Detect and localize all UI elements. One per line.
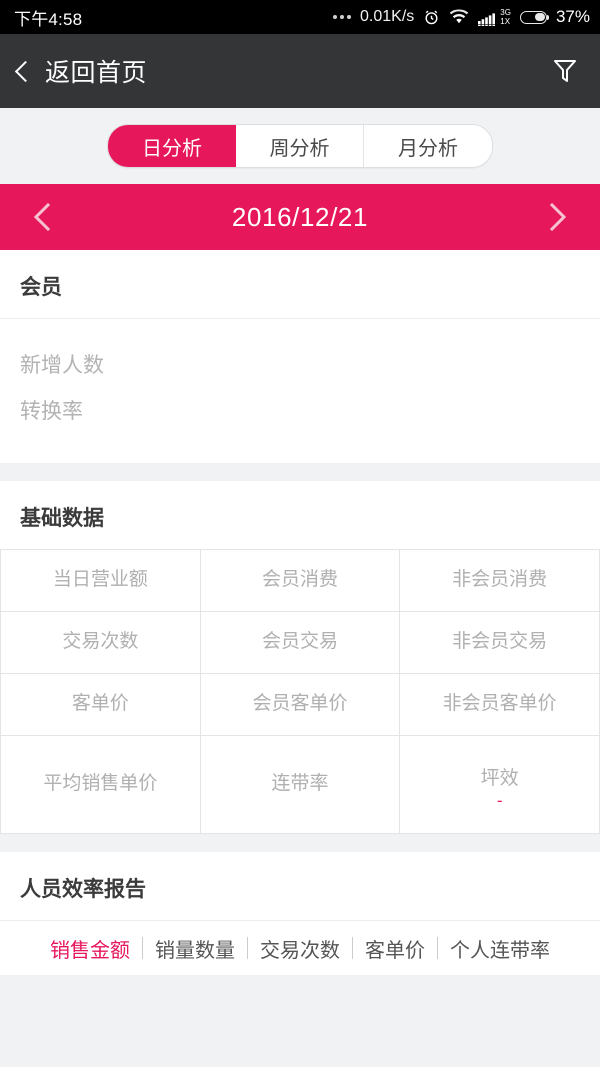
section-spacer (0, 463, 600, 481)
metric-cell-nonmember-average-order-value[interactable]: 非会员客单价 (400, 674, 600, 736)
member-metric-list: 新增人数 转换率 (0, 319, 600, 463)
next-date-button[interactable] (537, 202, 567, 232)
tab-monthly-analysis[interactable]: 月分析 (364, 125, 492, 167)
metric-label: 非会员客单价 (442, 693, 557, 714)
staff-efficiency-section-title: 人员效率报告 (20, 878, 146, 901)
metric-cell-nonmember-spending[interactable]: 非会员消费 (400, 550, 600, 612)
analysis-period-segmented-control: 日分析 周分析 月分析 (107, 124, 493, 168)
metric-cell-transaction-count[interactable]: 交易次数 (1, 612, 201, 674)
cell-signal-icon: 3G 1X (478, 8, 511, 26)
chevron-left-icon (14, 60, 37, 82)
staff-metric-tabs: 销售金额 销量数量 交易次数 客单价 个人连带率 (0, 921, 600, 975)
tab-sales-amount-label: 销售金额 (50, 939, 130, 962)
tab-transaction-count-label: 交易次数 (260, 939, 340, 962)
alarm-clock-icon (423, 9, 440, 26)
back-button-label: 返回首页 (45, 59, 148, 87)
member-metric-row[interactable]: 转换率 (20, 387, 580, 433)
metric-cell-nonmember-transactions[interactable]: 非会员交易 (400, 612, 600, 674)
previous-date-button[interactable] (33, 202, 63, 232)
battery-percent: 37% (555, 7, 590, 26)
basic-data-section: 基础数据 当日营业额 会员消费 非会员消费 交易次数 会员交易 非会员交易 客单… (0, 481, 600, 834)
metric-cell-average-order-value[interactable]: 客单价 (1, 674, 201, 736)
network-speed: 0.01K/s (360, 8, 415, 25)
basic-data-section-title: 基础数据 (20, 507, 104, 530)
tab-daily-analysis-label: 日分析 (142, 137, 202, 160)
metric-cell-daily-revenue[interactable]: 当日营业额 (1, 550, 201, 612)
metric-cell-member-transactions[interactable]: 会员交易 (200, 612, 401, 674)
analysis-period-bar: 日分析 周分析 月分析 (0, 108, 600, 184)
network-mode-label: 1X (500, 17, 511, 26)
metric-label: 非会员消费 (452, 569, 548, 590)
filter-button[interactable] (552, 57, 578, 85)
tab-sales-quantity-label: 销量数量 (155, 939, 235, 962)
member-section-title: 会员 (20, 276, 62, 299)
member-conversion-rate-label: 转换率 (20, 400, 83, 423)
date-navigation-bar: 2016/12/21 (0, 184, 600, 250)
member-section: 会员 新增人数 转换率 (0, 250, 600, 463)
metric-label: 当日营业额 (52, 569, 148, 590)
status-indicators: 0.01K/s 3G 1X 37% (333, 7, 590, 27)
metric-label: 平均销售单价 (43, 773, 158, 794)
metric-value: - (496, 791, 503, 810)
current-date-label: 2016/12/21 (231, 201, 369, 232)
metric-cell-average-unit-price[interactable]: 平均销售单价 (1, 736, 201, 834)
metric-label: 会员消费 (261, 569, 338, 590)
back-button[interactable]: 返回首页 (14, 53, 148, 89)
staff-efficiency-section: 人员效率报告 销售金额 销量数量 交易次数 客单价 个人连带率 (0, 852, 600, 975)
metric-cell-member-average-order-value[interactable]: 会员客单价 (200, 674, 401, 736)
filter-funnel-icon (554, 60, 576, 82)
member-new-count-label: 新增人数 (20, 354, 104, 377)
tab-transaction-count[interactable]: 交易次数 (248, 934, 352, 963)
tab-weekly-analysis[interactable]: 周分析 (236, 125, 364, 167)
tab-monthly-analysis-label: 月分析 (398, 137, 458, 160)
basic-data-grid: 当日营业额 会员消费 非会员消费 交易次数 会员交易 非会员交易 客单价 会员客… (0, 549, 600, 834)
tab-personal-attachment-rate-label: 个人连带率 (450, 939, 550, 962)
metric-label: 会员客单价 (252, 693, 348, 714)
tab-personal-attachment-rate[interactable]: 个人连带率 (438, 934, 562, 963)
metric-label: 客单价 (71, 693, 129, 714)
wifi-icon (449, 9, 469, 25)
tab-sales-amount[interactable]: 销售金额 (38, 934, 142, 963)
metric-cell-member-spending[interactable]: 会员消费 (200, 550, 401, 612)
metric-label: 坪效 (480, 768, 519, 789)
app-header: 返回首页 (0, 34, 600, 108)
status-bar: 下午4:58 0.01K/s 3G 1X 37% (0, 0, 600, 34)
tab-weekly-analysis-label: 周分析 (269, 137, 330, 160)
metric-label: 连带率 (271, 773, 329, 794)
member-metric-row[interactable]: 新增人数 (20, 341, 580, 387)
tab-daily-analysis[interactable]: 日分析 (108, 125, 236, 167)
status-time: 下午4:58 (14, 9, 83, 29)
network-type: 3G 1X (500, 8, 511, 26)
metric-label: 会员交易 (261, 631, 338, 652)
metric-label: 非会员交易 (452, 631, 548, 652)
metric-label: 交易次数 (62, 631, 139, 652)
tab-average-order-value-label: 客单价 (365, 939, 425, 962)
section-spacer (0, 834, 600, 852)
tab-average-order-value[interactable]: 客单价 (353, 934, 437, 963)
tab-sales-quantity[interactable]: 销量数量 (143, 934, 247, 963)
more-indicators-icon (333, 15, 352, 19)
network-generation-label: 3G (500, 8, 511, 17)
metric-cell-sales-per-square-meter[interactable]: 坪效 - (400, 736, 600, 834)
metric-cell-attachment-rate[interactable]: 连带率 (200, 736, 401, 834)
battery-icon (519, 10, 550, 24)
